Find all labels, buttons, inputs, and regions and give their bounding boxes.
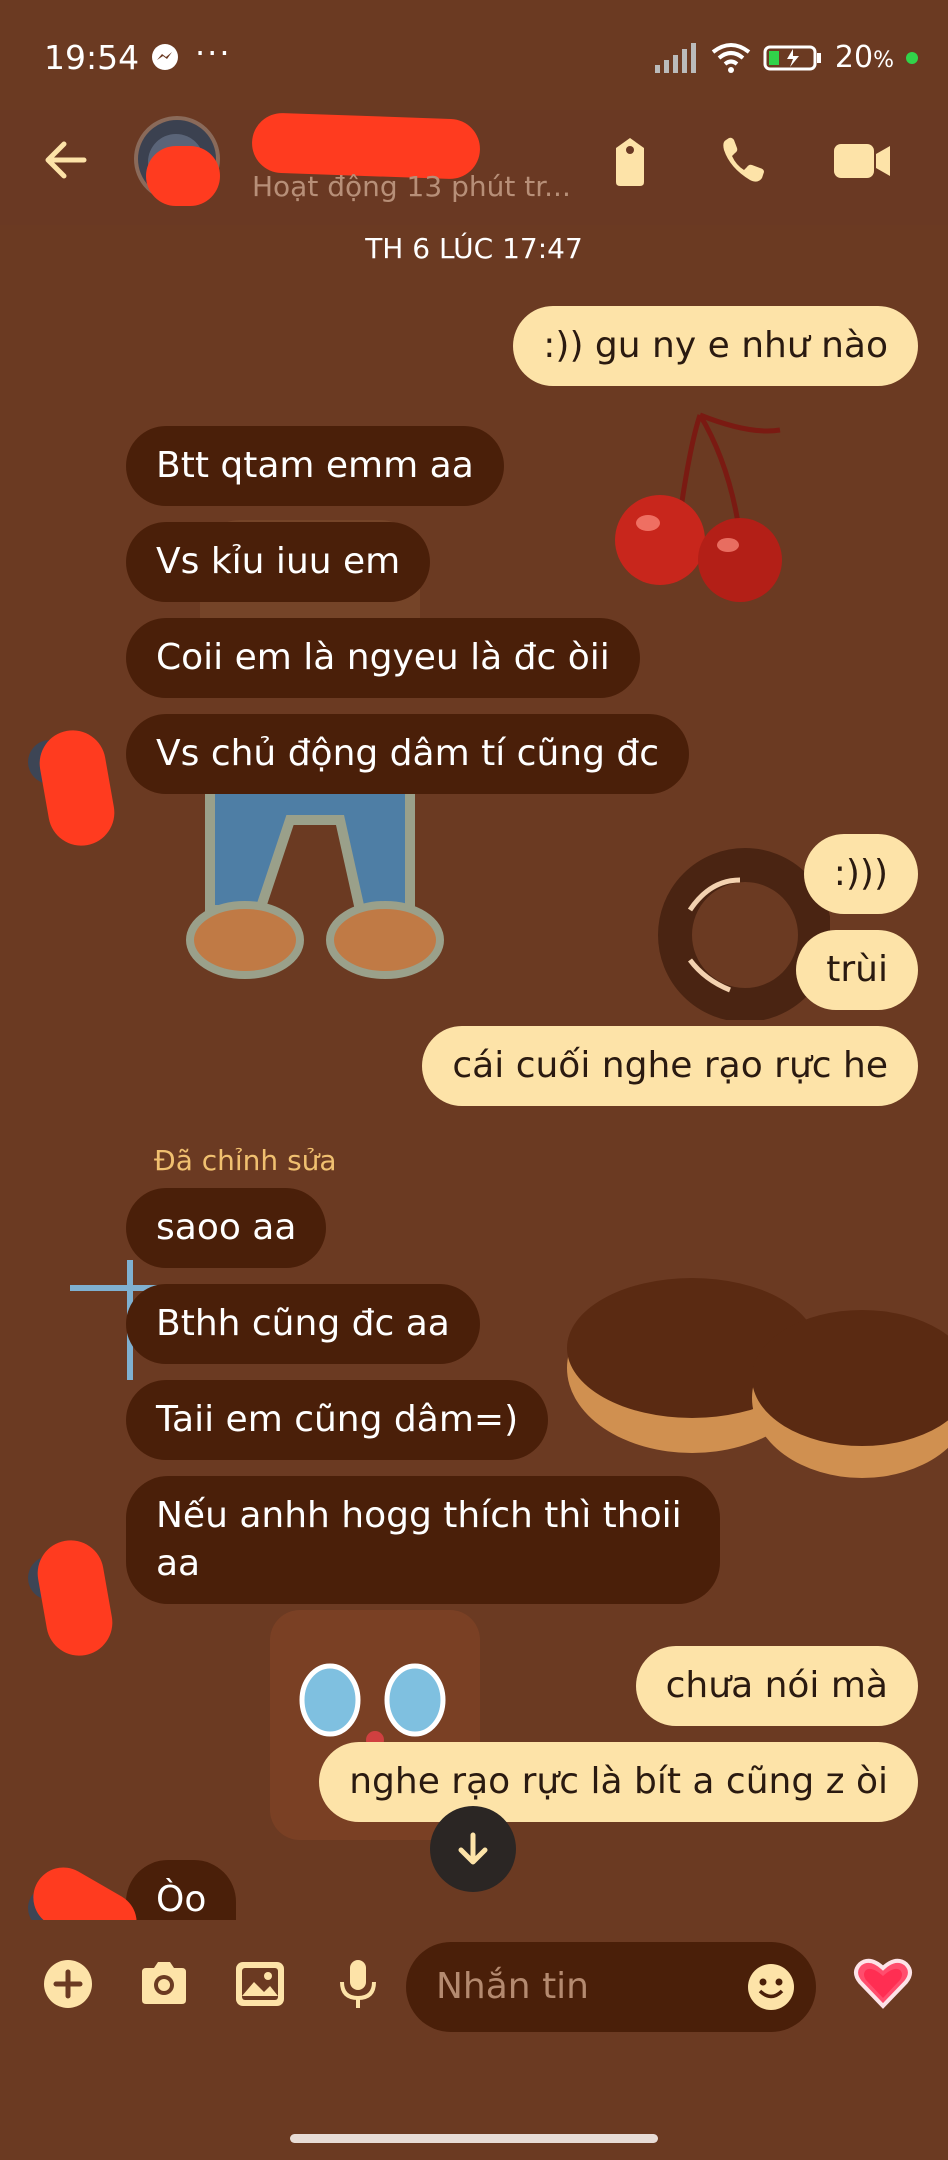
chocolate-donuts-sticker xyxy=(567,1278,948,1478)
incoming-message[interactable]: Vs chủ động dâm tí cũng đc xyxy=(126,714,690,794)
chat-header: Hoạt động 13 phút tr... xyxy=(0,110,948,225)
incoming-message[interactable]: Bthh cũng đc aa xyxy=(126,1284,480,1364)
battery-icon xyxy=(763,45,821,70)
signal-icon xyxy=(654,42,696,73)
incoming-message[interactable]: Vs kỉu iuu em xyxy=(126,522,431,602)
privacy-indicator xyxy=(906,51,918,64)
date-divider: TH 6 LÚC 17:47 xyxy=(365,232,583,265)
microphone-icon[interactable] xyxy=(330,1956,386,2012)
incoming-message[interactable]: Taii em cũng dâm=) xyxy=(126,1380,549,1460)
activity-status: Hoạt động 13 phút tr... xyxy=(252,170,571,203)
incoming-message[interactable]: saoo aa xyxy=(126,1188,327,1268)
message-composer xyxy=(0,1920,948,2050)
incoming-message[interactable]: Nếu anhh hogg thích thì thoii aa xyxy=(126,1476,720,1604)
status-bar: 19:54 ··· 20% xyxy=(0,0,948,110)
arrow-down-icon xyxy=(458,1832,488,1865)
incoming-message[interactable]: Btt qtam emm aa xyxy=(126,426,504,506)
redaction-mark xyxy=(34,725,120,851)
message-input[interactable] xyxy=(436,1942,736,2032)
cherry-sticker xyxy=(615,412,782,602)
message-input-wrapper[interactable] xyxy=(406,1942,816,2032)
messenger-icon xyxy=(152,44,178,70)
battery-percent: 20% xyxy=(834,40,894,75)
image-icon[interactable] xyxy=(232,1956,288,2012)
shop-bag-icon[interactable] xyxy=(600,134,660,188)
edited-label: Đã chỉnh sửa xyxy=(154,1144,337,1177)
wifi-icon xyxy=(711,42,751,73)
plus-icon[interactable] xyxy=(40,1956,96,2012)
status-time: 19:54 xyxy=(44,38,140,77)
outgoing-message[interactable]: nghe rạo rực là bít a cũng z òi xyxy=(319,1742,918,1822)
camera-icon[interactable] xyxy=(136,1956,192,2012)
phone-icon[interactable] xyxy=(714,134,774,188)
outgoing-message[interactable]: :)) gu ny e như nào xyxy=(513,306,918,386)
redaction-mark xyxy=(146,146,220,206)
incoming-message[interactable]: Òo xyxy=(126,1860,237,1920)
outgoing-message[interactable]: trùi xyxy=(796,930,918,1010)
video-icon[interactable] xyxy=(830,134,896,188)
scroll-to-bottom-button[interactable] xyxy=(430,1806,516,1892)
heart-icon[interactable] xyxy=(852,1952,914,2014)
redaction-mark xyxy=(32,1535,118,1661)
outgoing-message[interactable]: chưa nói mà xyxy=(635,1646,918,1726)
more-notifications-icon: ··· xyxy=(195,34,232,72)
home-indicator[interactable] xyxy=(290,2134,658,2143)
back-arrow-icon[interactable] xyxy=(40,134,92,186)
outgoing-message[interactable]: cái cuối nghe rạo rực he xyxy=(422,1026,918,1106)
incoming-message[interactable]: Coii em là ngyeu là đc òii xyxy=(126,618,640,698)
outgoing-message[interactable]: :))) xyxy=(803,834,918,914)
emoji-icon[interactable] xyxy=(746,1962,796,2012)
